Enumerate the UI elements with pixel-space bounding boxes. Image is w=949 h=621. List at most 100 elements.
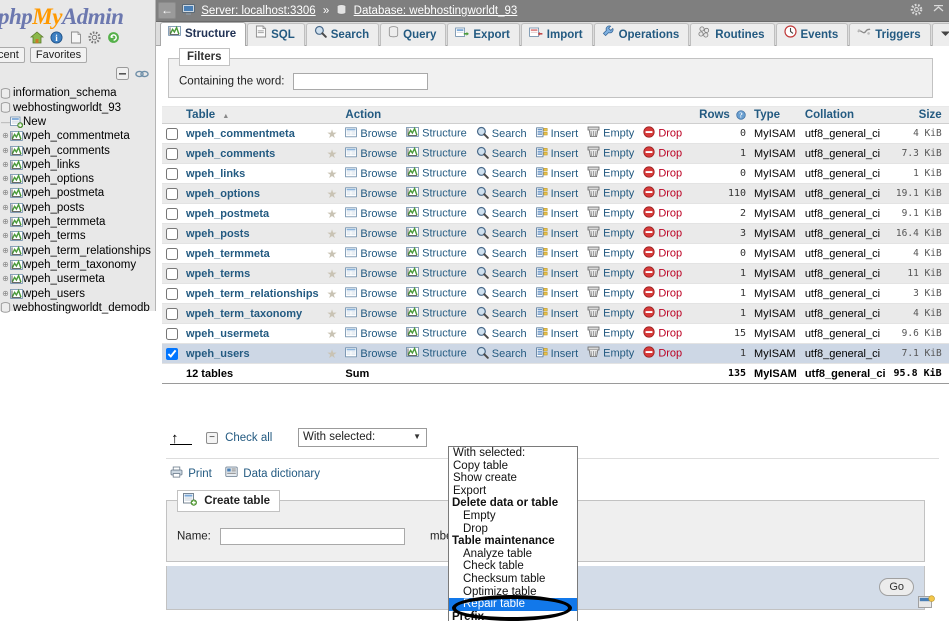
star-icon[interactable]: ★ — [327, 187, 338, 201]
action-browse[interactable]: Browse — [345, 287, 397, 301]
action-empty[interactable]: Empty — [587, 146, 634, 161]
action-structure[interactable]: Structure — [406, 206, 467, 221]
table-row[interactable]: wpeh_term_taxonomy★BrowseStructureSearch… — [162, 304, 949, 324]
row-favorite-cell[interactable]: ★ — [323, 124, 342, 144]
tab-routines[interactable]: Routines — [690, 23, 774, 46]
action-empty[interactable]: Empty — [587, 346, 634, 361]
row-favorite-cell[interactable]: ★ — [323, 244, 342, 264]
action-browse[interactable]: Browse — [345, 227, 397, 241]
tree-item-webhostingworldt-demodb[interactable]: webhostingworldt_demodb — [0, 301, 155, 315]
tree-item-wpeh-terms[interactable]: ⊕wpeh_terms — [0, 229, 155, 243]
row-checkbox-cell[interactable] — [162, 184, 182, 204]
gear-icon[interactable] — [910, 3, 923, 19]
action-browse[interactable]: Browse — [345, 187, 397, 201]
tree-item-wpeh-postmeta[interactable]: ⊕wpeh_postmeta — [0, 186, 155, 200]
star-icon[interactable]: ★ — [327, 347, 338, 361]
table-row[interactable]: wpeh_users★BrowseStructureSearchInsertEm… — [162, 344, 949, 364]
back-button[interactable]: ← — [158, 2, 176, 19]
star-icon[interactable]: ★ — [327, 207, 338, 221]
row-checkbox-cell[interactable] — [162, 124, 182, 144]
col-type[interactable]: Type — [750, 107, 801, 124]
dropdown-option-table-maintenance[interactable]: Table maintenance — [449, 535, 577, 548]
tab-structure[interactable]: Structure — [160, 22, 246, 46]
tree-item-new[interactable]: —New — [0, 115, 155, 129]
dropdown-option-with-selected-[interactable]: With selected: — [449, 447, 577, 460]
action-drop[interactable]: Drop — [643, 346, 682, 361]
action-insert[interactable]: Insert — [536, 347, 579, 361]
row-checkbox-cell[interactable] — [162, 224, 182, 244]
action-search[interactable]: Search — [476, 206, 527, 222]
dropdown-option-copy-table[interactable]: Copy table — [449, 460, 577, 473]
action-browse[interactable]: Browse — [345, 307, 397, 321]
action-structure[interactable]: Structure — [406, 126, 467, 141]
table-row[interactable]: wpeh_usermeta★BrowseStructureSearchInser… — [162, 324, 949, 344]
help-icon[interactable]: ? — [736, 109, 746, 121]
home-icon[interactable] — [30, 31, 44, 44]
action-insert[interactable]: Insert — [536, 267, 579, 281]
action-structure[interactable]: Structure — [406, 146, 467, 161]
row-checkbox[interactable] — [166, 308, 178, 320]
dropdown-option-prefix[interactable]: Prefix — [449, 611, 577, 621]
expand-icon[interactable]: ⊕ — [1, 201, 10, 215]
expand-icon[interactable]: ⊕ — [1, 229, 10, 243]
expand-icon[interactable]: ⊕ — [1, 258, 10, 272]
action-insert[interactable]: Insert — [536, 307, 579, 321]
table-row[interactable]: wpeh_posts★BrowseStructureSearchInsertEm… — [162, 224, 949, 244]
action-empty[interactable]: Empty — [587, 326, 634, 341]
table-row[interactable]: wpeh_links★BrowseStructureSearchInsertEm… — [162, 164, 949, 184]
tab-events[interactable]: Events — [776, 23, 849, 46]
table-row[interactable]: wpeh_commentmeta★BrowseStructureSearchIn… — [162, 124, 949, 144]
action-search[interactable]: Search — [476, 166, 527, 182]
action-drop[interactable]: Drop — [643, 186, 682, 201]
table-row[interactable]: wpeh_terms★BrowseStructureSearchInsertEm… — [162, 264, 949, 284]
go-button[interactable]: Go — [879, 578, 914, 596]
row-table-name-cell[interactable]: wpeh_commentmeta — [182, 124, 323, 144]
action-search[interactable]: Search — [476, 326, 527, 342]
dropdown-option-checksum-table[interactable]: Checksum table — [449, 573, 577, 586]
containing-word-input[interactable] — [293, 73, 428, 90]
action-empty[interactable]: Empty — [587, 306, 634, 321]
action-empty[interactable]: Empty — [587, 246, 634, 261]
action-search[interactable]: Search — [476, 126, 527, 142]
action-drop[interactable]: Drop — [643, 226, 682, 241]
action-insert[interactable]: Insert — [536, 187, 579, 201]
dropdown-option-optimize-table[interactable]: Optimize table — [449, 586, 577, 599]
tree-item-wpeh-usermeta[interactable]: ⊕wpeh_usermeta — [0, 272, 155, 286]
star-icon[interactable]: ★ — [327, 307, 338, 321]
tab-favorites[interactable]: Favorites — [30, 47, 87, 63]
action-search[interactable]: Search — [476, 266, 527, 282]
row-checkbox[interactable] — [166, 268, 178, 280]
action-drop[interactable]: Drop — [643, 286, 682, 301]
action-empty[interactable]: Empty — [587, 166, 634, 181]
row-favorite-cell[interactable]: ★ — [323, 184, 342, 204]
tree-item-wpeh-options[interactable]: ⊕wpeh_options — [0, 172, 155, 186]
collapse-icon[interactable] — [932, 3, 945, 19]
row-checkbox-cell[interactable] — [162, 164, 182, 184]
row-table-name-cell[interactable]: wpeh_terms — [182, 264, 323, 284]
tree-item-wpeh-users[interactable]: ⊕wpeh_users — [0, 287, 155, 301]
action-browse[interactable]: Browse — [345, 127, 397, 141]
dropdown-option-delete-data-or-table[interactable]: Delete data or table — [449, 497, 577, 510]
table-row[interactable]: wpeh_comments★BrowseStructureSearchInser… — [162, 144, 949, 164]
table-row[interactable]: wpeh_postmeta★BrowseStructureSearchInser… — [162, 204, 949, 224]
star-icon[interactable]: ★ — [327, 227, 338, 241]
print-action[interactable]: Print — [170, 468, 215, 480]
console-icon[interactable] — [918, 595, 935, 613]
row-favorite-cell[interactable]: ★ — [323, 344, 342, 364]
info-icon[interactable]: i — [49, 31, 63, 44]
link-icon[interactable] — [135, 69, 149, 82]
phpmyadmin-logo[interactable]: phpMyAdmin — [0, 0, 155, 30]
row-favorite-cell[interactable]: ★ — [323, 284, 342, 304]
action-structure[interactable]: Structure — [406, 346, 467, 361]
star-icon[interactable]: ★ — [327, 167, 338, 181]
tree-item-wpeh-commentmeta[interactable]: ⊕wpeh_commentmeta — [0, 129, 155, 143]
action-search[interactable]: Search — [476, 226, 527, 242]
action-empty[interactable]: Empty — [587, 206, 634, 221]
dropdown-option-repair-table[interactable]: Repair table — [449, 598, 577, 611]
action-drop[interactable]: Drop — [643, 206, 682, 221]
settings-icon[interactable] — [88, 31, 102, 44]
tree-item-wpeh-comments[interactable]: ⊕wpeh_comments — [0, 144, 155, 158]
action-browse[interactable]: Browse — [345, 207, 397, 221]
dropdown-option-show-create[interactable]: Show create — [449, 472, 577, 485]
row-checkbox-cell[interactable] — [162, 244, 182, 264]
